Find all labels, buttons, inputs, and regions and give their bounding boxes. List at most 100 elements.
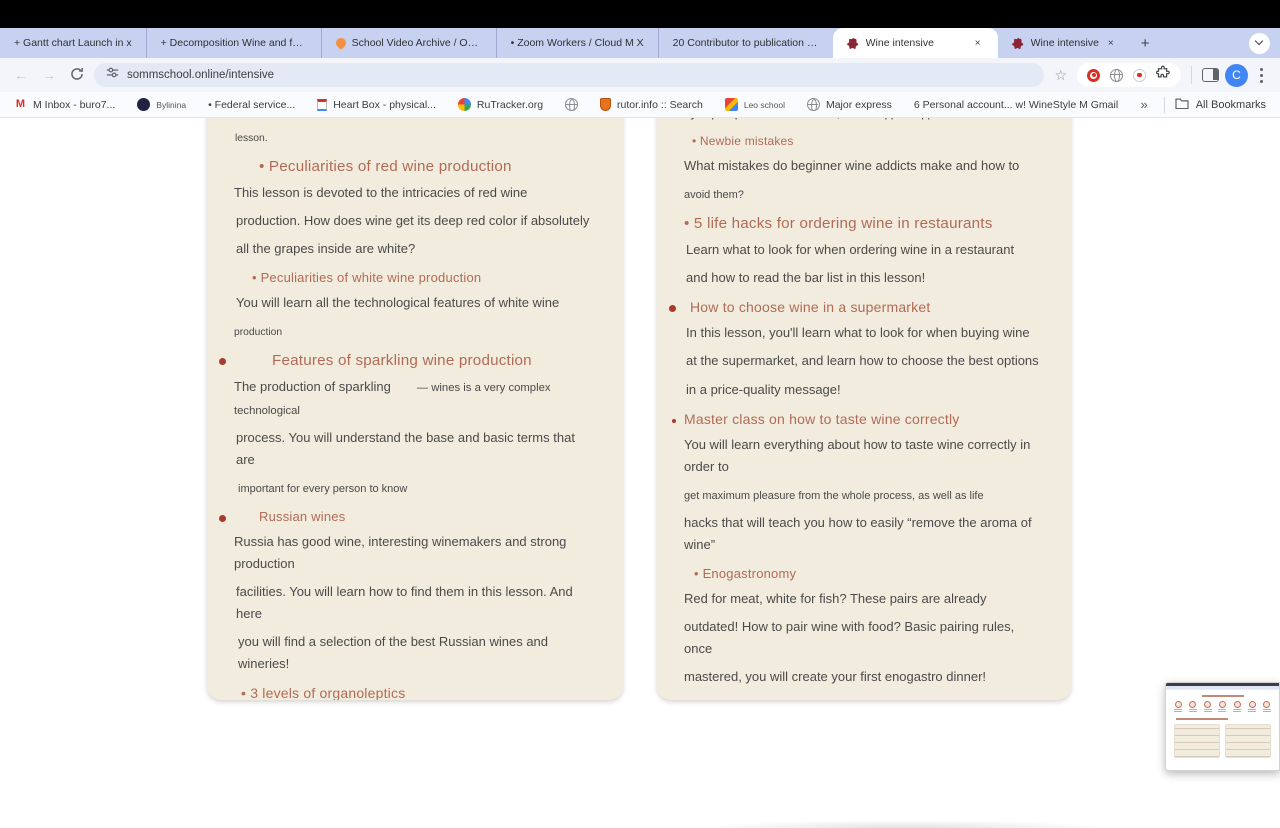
site-settings-icon[interactable] xyxy=(106,66,119,84)
browser-tab[interactable]: • Zoom Workers / Cloud M X xyxy=(495,28,658,58)
lesson-heading: • Enogastronomy xyxy=(684,566,1045,581)
reload-icon[interactable] xyxy=(66,67,88,84)
tab-title: Wine intensive xyxy=(865,37,934,49)
preview-column xyxy=(1174,724,1220,758)
shield-orange-icon xyxy=(600,98,612,111)
extensions-puzzle-icon[interactable] xyxy=(1156,65,1171,85)
lesson-text-line: You will learn all the technological fea… xyxy=(234,292,597,314)
tab-title: 20 Contributor to publication Zo X xyxy=(672,37,819,49)
text-segment: Red for meat, white for fish? These pair… xyxy=(684,591,987,607)
gmail-icon: M xyxy=(15,98,26,110)
bookmark-item[interactable]: RuTracker.org xyxy=(457,98,543,111)
lesson-text-line: get maximum pleasure from the whole proc… xyxy=(684,484,1045,506)
bookmark-item[interactable]: 6 Personal account... w! WineStyle M Gma… xyxy=(914,99,1118,111)
lesson-text-line: in a price-quality message! xyxy=(684,379,1045,401)
globe-extension-icon[interactable] xyxy=(1110,68,1123,82)
bookmark-label: 6 Personal account... w! WineStyle M Gma… xyxy=(913,98,1119,111)
heading-text: • 5 life hacks for ordering wine in rest… xyxy=(684,215,993,233)
bookmark-item[interactable]: Heart Box - physical... xyxy=(317,98,436,111)
preview-circle xyxy=(1218,701,1227,712)
address-bar[interactable]: sommschool.online/intensive xyxy=(94,63,1045,87)
browser-tab[interactable]: School Video Archive / Obla x xyxy=(320,28,496,58)
text-segment: important for every person to know xyxy=(238,482,408,495)
bookmark-item[interactable] xyxy=(565,98,579,111)
lesson-text-line: facilities. You will learn how to find t… xyxy=(234,581,597,625)
bookmark-star-icon[interactable]: ☆ xyxy=(1050,67,1071,84)
text-segment: супермаркете и винотеке, вы найдете здес… xyxy=(684,118,954,120)
wine-splash-icon xyxy=(1011,37,1025,50)
chevron-down-icon xyxy=(1254,36,1263,46)
lesson-text-line: lesson. xyxy=(234,126,597,148)
back-icon[interactable]: ← xyxy=(10,67,32,83)
bookmark-label: M Inbox - buro7... xyxy=(33,98,116,111)
text-segment: lesson. xyxy=(235,133,268,144)
tab-close-icon[interactable]: × xyxy=(1105,36,1117,51)
bookmark-item[interactable]: Leo school xyxy=(724,98,785,111)
heading-text: Master class on how to taste wine correc… xyxy=(684,410,960,427)
tab-title: School Video Archive / Obla x xyxy=(351,37,482,49)
gc-circle-icon xyxy=(137,98,151,111)
all-bookmarks-button[interactable]: All Bookmarks xyxy=(1175,97,1266,112)
text-segment: In this lesson, you'll learn what to loo… xyxy=(686,325,1030,341)
tab-close-icon[interactable]: × xyxy=(972,36,984,51)
bookmark-item[interactable]: rutor.info :: Search xyxy=(600,98,703,111)
lesson-heading: • 3 levels of organoleptics xyxy=(234,685,597,700)
text-segment: Learn what to look for when ordering win… xyxy=(686,242,1015,258)
browser-tab[interactable]: + Decomposition Wine and food | xyxy=(145,28,321,58)
preview-circles xyxy=(1172,701,1273,712)
preview-circle xyxy=(1188,701,1197,712)
lesson-text-line: What mistakes do beginner wine addicts m… xyxy=(684,155,1045,177)
tab-title: • Zoom Workers / Cloud M X xyxy=(510,37,644,49)
profile-avatar[interactable]: C xyxy=(1225,63,1248,87)
bookmarks-overflow-icon[interactable]: » xyxy=(1134,97,1153,112)
browser-tab[interactable]: Wine intensive × xyxy=(998,28,1131,58)
page-content: lesson. • Peculiarities of red wine produ… xyxy=(0,118,1280,828)
globe-icon xyxy=(806,98,820,111)
preview-columns xyxy=(1172,724,1273,758)
heading-text: • 3 levels of organoleptics xyxy=(241,685,406,700)
text-segment: You will learn all the technological fea… xyxy=(236,295,560,311)
text-segment: you will find a selection of the best Ru… xyxy=(238,634,549,672)
tab-search-button[interactable] xyxy=(1249,32,1270,54)
flame-orange-icon xyxy=(333,35,348,51)
heading-text: Russian wines xyxy=(259,508,346,524)
tab-title: + Gantt chart Launch in x xyxy=(14,37,132,49)
bookmark-item[interactable]: • Federal service... xyxy=(208,99,295,111)
browser-tab[interactable]: Wine intensive × xyxy=(832,28,998,58)
heading-text: • Newbie mistakes xyxy=(692,134,794,149)
heading-text: How to choose wine in a supermarket xyxy=(690,299,931,316)
lesson-text-line: Red for meat, white for fish? These pair… xyxy=(684,588,1045,610)
forward-icon[interactable]: → xyxy=(38,67,60,83)
bookmark-label: Bylinina xyxy=(156,99,187,110)
lesson-text-line: outdated! How to pair wine with food? Ba… xyxy=(684,616,1045,660)
text-segment: at the supermarket, and learn how to cho… xyxy=(686,353,1039,369)
lesson-text-line: at the supermarket, and learn how to cho… xyxy=(684,350,1045,372)
new-tab-button[interactable]: + xyxy=(1131,35,1160,52)
bookmark-item[interactable]: M M Inbox - buro7... xyxy=(14,98,115,111)
lesson-heading: • Peculiarities of red wine production xyxy=(234,158,597,175)
bookmark-item[interactable]: Bylinina xyxy=(137,98,186,111)
tab-list: + Gantt chart Launch in x + Decomposition… xyxy=(0,28,1131,58)
preview-circle xyxy=(1262,701,1271,712)
all-bookmarks-label: All Bookmarks xyxy=(1195,98,1266,111)
browser-tab[interactable]: 20 Contributor to publication Zo X xyxy=(657,28,833,58)
text-segment: avoid them? xyxy=(684,189,744,202)
heading-text: • Peculiarities of red wine production xyxy=(259,158,512,176)
lesson-text-line: avoid them? xyxy=(684,183,1045,205)
record-extension-icon[interactable] xyxy=(1133,68,1146,82)
bookmark-item[interactable]: Major express xyxy=(806,98,892,111)
target-extension-icon[interactable] xyxy=(1087,68,1100,82)
lesson-text-line: You will learn everything about how to t… xyxy=(684,434,1045,478)
window-preview-thumbnail[interactable] xyxy=(1165,682,1280,771)
rutracker-icon xyxy=(457,98,471,111)
lesson-heading: How to choose wine in a supermarket xyxy=(669,299,1045,316)
browser-tab[interactable]: + Gantt chart Launch in x xyxy=(0,28,146,58)
side-panel-icon[interactable] xyxy=(1202,68,1219,82)
lesson-heading: • 5 life hacks for ordering wine in rest… xyxy=(684,215,1045,232)
leo-icon xyxy=(724,98,738,111)
lesson-text-line: In this lesson, you'll learn what to loo… xyxy=(684,322,1045,344)
lesson-text-line: all the grapes inside are white? xyxy=(234,238,597,260)
browser-menu-icon[interactable] xyxy=(1260,67,1264,83)
tab-title: + Decomposition Wine and food | xyxy=(160,37,307,49)
lesson-text-line: process. You will understand the base an… xyxy=(234,427,597,471)
